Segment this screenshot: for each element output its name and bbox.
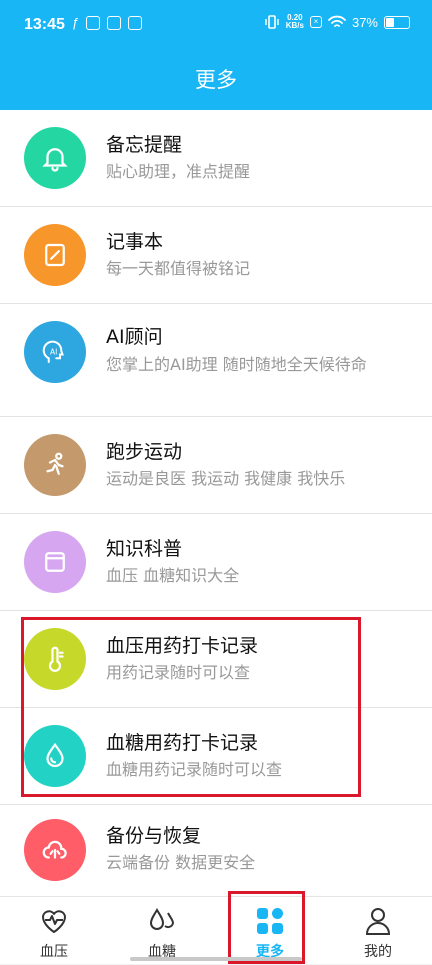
tab-blood-glucose[interactable]: 血糖 [108, 897, 216, 965]
item-title: AI顾问 [106, 326, 163, 348]
page-title: 更多 [195, 68, 237, 92]
grid-icon [257, 908, 283, 934]
item-subtitle: 贴心助理，准点提醒 [106, 162, 251, 181]
list-item-notepad[interactable]: 记事本 每一天都值得被铭记 [0, 207, 432, 304]
item-title: 知识科普 [106, 538, 183, 560]
vibrate-icon [265, 15, 279, 29]
list-item-bp-medication[interactable]: 血压用药打卡记录 用药记录随时可以查 [0, 611, 432, 708]
app-header: 13:45 ƒ 0.20 KB/s × 37% 更多 [0, 0, 432, 110]
app-notification-icon-2 [107, 15, 122, 30]
item-subtitle: 您掌上的AI助理 随时随地全天候待命 [106, 355, 367, 374]
list-item-backup-restore[interactable]: 备份与恢复 云端备份 数据更安全 [0, 805, 432, 896]
drops-icon [149, 908, 175, 930]
status-right: 0.20 KB/s × 37% [264, 14, 410, 30]
tab-mine[interactable]: 我的 [324, 897, 432, 965]
tab-label: 血压 [40, 944, 68, 960]
bell-icon [24, 127, 86, 189]
battery-percent: 37% [351, 14, 378, 30]
list-item-glucose-medication[interactable]: 血糖用药打卡记录 血糖用药记录随时可以查 [0, 708, 432, 805]
item-subtitle: 血压 血糖知识大全 [106, 566, 240, 585]
status-time: 13:45 [24, 16, 65, 33]
net-speed: 0.20 KB/s [285, 13, 304, 30]
tab-more[interactable]: 更多 [216, 897, 324, 965]
list-item-knowledge[interactable]: 知识科普 血压 血糖知识大全 [0, 514, 432, 611]
item-title: 血糖用药打卡记录 [106, 732, 259, 754]
item-subtitle: 血糖用药记录随时可以查 [106, 760, 283, 779]
tab-blood-pressure[interactable]: 血压 [0, 897, 108, 965]
svg-text:AI: AI [50, 348, 57, 357]
app-notification-icon-3 [128, 15, 143, 30]
item-title: 血压用药打卡记录 [106, 635, 259, 657]
book-icon [24, 531, 86, 593]
item-title: 备忘提醒 [106, 134, 183, 156]
flash-icon: ƒ [72, 15, 80, 30]
home-indicator[interactable] [130, 957, 302, 961]
item-title: 备份与恢复 [106, 825, 202, 847]
thermometer-icon [24, 628, 86, 690]
item-subtitle: 运动是良医 我运动 我健康 我快乐 [106, 469, 346, 488]
status-bar: 13:45 ƒ 0.20 KB/s × 37% [0, 0, 432, 46]
feature-list: 备忘提醒 贴心助理，准点提醒 记事本 每一天都值得被铭记 AI AI顾问 您掌上… [0, 110, 432, 896]
app-notification-icon [86, 15, 101, 30]
bottom-tab-bar: 血压 血糖 更多 我的 [0, 896, 432, 964]
sim-icon: × [309, 16, 322, 28]
item-title: 跑步运动 [106, 441, 183, 463]
item-title: 记事本 [106, 231, 164, 253]
drop-icon [24, 725, 86, 787]
item-subtitle: 用药记录随时可以查 [106, 663, 251, 682]
cloud-icon [24, 819, 86, 881]
item-subtitle: 每一天都值得被铭记 [106, 259, 251, 278]
item-subtitle: 云端备份 数据更安全 [106, 853, 256, 872]
heart-pulse-icon [42, 910, 66, 933]
person-icon [365, 908, 391, 935]
notification-icons: ƒ [72, 15, 143, 30]
wifi-icon [328, 15, 346, 27]
ai-head-icon: AI [24, 321, 86, 383]
battery-icon [384, 15, 410, 29]
list-item-ai-advisor[interactable]: AI AI顾问 您掌上的AI助理 随时随地全天候待命 [0, 304, 432, 417]
runner-icon [24, 434, 86, 496]
tab-label: 我的 [364, 944, 392, 960]
list-item-memo-reminder[interactable]: 备忘提醒 贴心助理，准点提醒 [0, 110, 432, 207]
notepad-icon [24, 224, 86, 286]
list-item-running[interactable]: 跑步运动 运动是良医 我运动 我健康 我快乐 [0, 417, 432, 514]
